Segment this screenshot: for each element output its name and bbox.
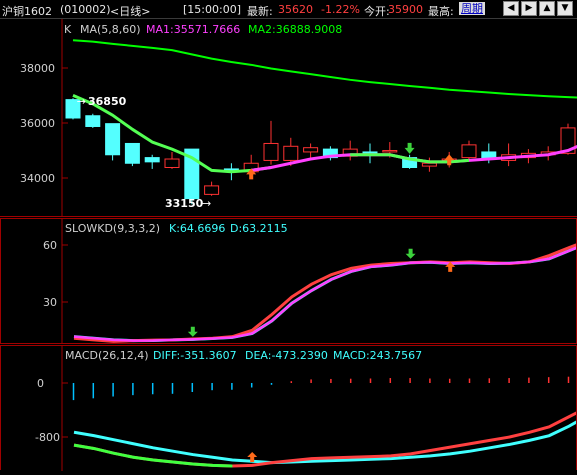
slowkd-panel[interactable]: 60 30 SLOWKD(9,3,3,2) K:64.6696 D:63.211… <box>0 218 577 344</box>
arrow-left-icon[interactable]: ◀ <box>503 1 519 16</box>
macd-label: MACD(26,12,4) <box>65 349 149 362</box>
ma-label: MA(5,8,60) <box>80 23 141 36</box>
candle[interactable] <box>461 144 477 159</box>
sell-arrow-icon <box>187 326 198 337</box>
candle[interactable] <box>164 158 180 168</box>
candle[interactable] <box>105 123 121 156</box>
candle[interactable] <box>85 115 101 127</box>
high-label: 最高: <box>428 5 454 18</box>
open-value: 35900 <box>388 3 423 16</box>
slowkd-k-value: K:64.6696 <box>169 222 225 235</box>
high-annotation-arrow: → <box>77 95 86 108</box>
instrument-title: 沪铜1602 <box>2 5 52 18</box>
slowkd-d-line <box>73 246 577 342</box>
kd-ytick-30: 30 <box>43 296 57 309</box>
quote-header: 沪铜1602 (010002) <日线> [15:00:00] 最新: 3562… <box>0 0 577 19</box>
slowkd-k-line <box>73 243 577 343</box>
macd-ytick-0: 0 <box>37 377 44 390</box>
candle[interactable] <box>263 142 279 161</box>
ma2-value: MA2:36888.9008 <box>248 23 342 36</box>
last-price-value: 35620 <box>278 3 313 16</box>
quote-time: [15:00:00] <box>183 3 241 16</box>
macd-panel[interactable]: 0 -800 MACD(26,12,4) DIFF:-351.3607 DEA:… <box>0 345 577 471</box>
kline-panel[interactable]: 38000 36000 34000 K MA(5,8,60) MA1:35571… <box>0 19 577 217</box>
candle[interactable] <box>421 162 437 167</box>
ytick-34000: 34000 <box>20 172 55 185</box>
candle[interactable] <box>204 185 220 195</box>
macd-dea-value: DEA:-473.2390 <box>245 349 328 362</box>
sell-arrow-icon <box>405 248 416 259</box>
candle[interactable] <box>283 145 299 161</box>
macd-diff-value: DIFF:-351.3607 <box>153 349 237 362</box>
slowkd-label: SLOWKD(9,3,3,2) <box>65 222 160 235</box>
last-price-label: 最新: <box>247 5 273 18</box>
macd-ytick-800: -800 <box>35 431 60 444</box>
candle[interactable] <box>124 142 140 164</box>
period-button[interactable]: 周期 <box>459 2 485 15</box>
open-label: 今开: <box>364 5 390 18</box>
change-percent: -1.22% <box>321 3 360 16</box>
ytick-36000: 36000 <box>20 117 55 130</box>
arrow-right-icon[interactable]: ▶ <box>521 1 537 16</box>
candle[interactable] <box>144 157 160 163</box>
period-label: <日线> <box>110 5 151 18</box>
ytick-38000: 38000 <box>20 62 55 75</box>
low-annotation: 33150 <box>165 197 204 210</box>
high-annotation: 36850 <box>88 95 127 108</box>
ma1-value: MA1:35571.7666 <box>146 23 240 36</box>
macd-diff-line <box>73 411 577 468</box>
zoom-out-icon[interactable]: ▲ <box>539 1 555 16</box>
low-annotation-arrow: → <box>202 197 211 210</box>
kd-ytick-60: 60 <box>43 239 57 252</box>
candle[interactable] <box>303 147 319 153</box>
macd-value: MACD:243.7567 <box>333 349 422 362</box>
kline-label: K <box>64 23 72 36</box>
zoom-in-icon[interactable]: ▼ <box>557 1 573 16</box>
instrument-code: (010002) <box>60 3 111 16</box>
ma-long-line <box>72 39 577 99</box>
sell-arrow-icon <box>404 142 415 154</box>
slowkd-d-value: D:63.2115 <box>230 222 288 235</box>
kline-chart[interactable]: 38000 36000 34000 K MA(5,8,60) MA1:35571… <box>0 19 577 217</box>
slowkd-chart[interactable]: 60 30 SLOWKD(9,3,3,2) K:64.6696 D:63.211… <box>1 219 577 343</box>
macd-chart[interactable]: 0 -800 MACD(26,12,4) DIFF:-351.3607 DEA:… <box>1 346 577 471</box>
candle[interactable] <box>481 151 497 159</box>
buy-arrow-icon <box>444 154 455 166</box>
candle[interactable] <box>382 150 398 153</box>
slowkd-d-line-outer <box>73 245 577 343</box>
